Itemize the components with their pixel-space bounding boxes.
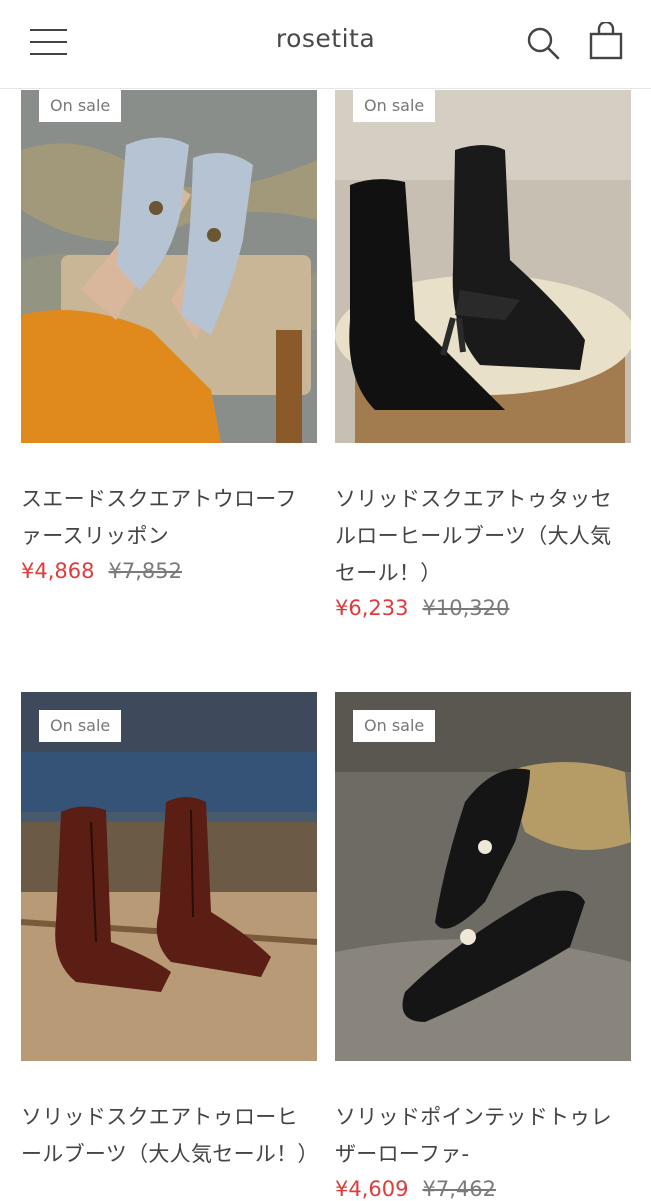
price-row: ¥6,233 ¥10,320 — [335, 596, 631, 620]
sale-price: ¥4,868 — [21, 559, 95, 583]
product-image[interactable]: On sale — [21, 692, 317, 1061]
original-price: ¥7,462 — [422, 1177, 496, 1201]
product-photo — [335, 692, 631, 1061]
site-logo[interactable]: rosetita — [276, 24, 375, 53]
price-row: ¥4,609 ¥7,462 — [335, 1177, 631, 1201]
cart-icon[interactable] — [588, 22, 624, 60]
sale-badge: On sale — [39, 90, 122, 122]
product-title[interactable]: ソリッドポインテッドトゥレザーローファ- — [335, 1099, 631, 1173]
search-icon[interactable] — [526, 26, 560, 60]
product-card[interactable]: On sale ソリッドスクエアトゥタッセルローヒールブーツ（大人気セール！） … — [335, 90, 631, 620]
site-header: rosetita — [0, 0, 651, 89]
product-title[interactable]: ソリッドスクエアトゥタッセルローヒールブーツ（大人気セール！） — [335, 481, 631, 592]
product-card[interactable]: On sale スエードスクエアトウローファースリッポン ¥4,868 ¥7,85… — [21, 90, 317, 583]
product-title[interactable]: スエードスクエアトウローファースリッポン — [21, 481, 317, 555]
price-row: ¥4,868 ¥7,852 — [21, 559, 317, 583]
sale-badge: On sale — [353, 90, 436, 122]
product-image[interactable]: On sale — [335, 90, 631, 443]
product-image[interactable]: On sale — [21, 90, 317, 443]
product-image[interactable]: On sale — [335, 692, 631, 1061]
product-photo — [335, 90, 631, 443]
original-price: ¥7,852 — [108, 559, 182, 583]
product-photo — [21, 90, 317, 443]
product-title[interactable]: ソリッドスクエアトゥローヒールブーツ（大人気セール！） — [21, 1099, 318, 1173]
original-price: ¥10,320 — [422, 596, 510, 620]
product-card[interactable]: On sale ソリッドポインテッドトゥレザーローファ- ¥4,609 ¥7,46… — [335, 692, 631, 1201]
product-photo — [21, 692, 317, 1061]
sale-badge: On sale — [39, 710, 122, 742]
sale-badge: On sale — [353, 710, 436, 742]
sale-price: ¥6,233 — [335, 596, 409, 620]
product-card[interactable]: On sale ソリッドスクエアトゥローヒールブーツ（大人気セール！） — [21, 692, 318, 1173]
menu-icon[interactable] — [30, 29, 67, 55]
sale-price: ¥4,609 — [335, 1177, 409, 1201]
